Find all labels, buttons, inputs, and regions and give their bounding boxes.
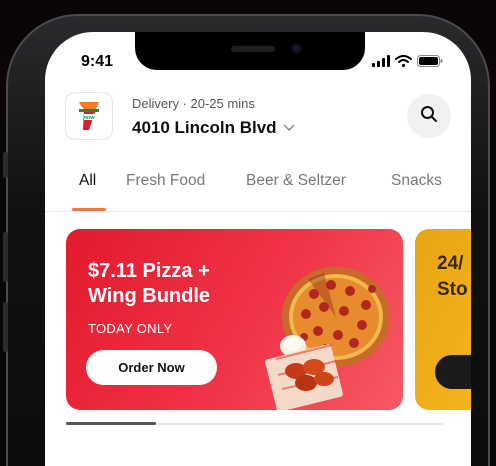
promo-card-pizza-wings[interactable]: $7.11 Pizza + Wing Bundle TODAY ONLY Ord… [66, 229, 403, 410]
tab-beer-seltzer[interactable]: Beer & Seltzer [246, 172, 346, 190]
store-header: now Delivery · 20-25 mins 4010 Lincoln B… [65, 92, 451, 144]
svg-text:now: now [84, 115, 96, 121]
search-button[interactable] [407, 94, 451, 138]
pizza-wings-image [265, 267, 390, 410]
tab-all[interactable]: All [79, 172, 96, 190]
volume-up-button [3, 232, 8, 282]
tab-fresh-food[interactable]: Fresh Food [126, 172, 205, 190]
volume-down-button [3, 302, 8, 352]
speaker-grille [231, 46, 275, 52]
status-time: 9:41 [81, 53, 114, 70]
address-selector[interactable]: 4010 Lincoln Blvd [132, 118, 295, 138]
store-logo[interactable]: now [65, 92, 113, 140]
seven-eleven-logo-icon: now [79, 102, 99, 130]
app-screen: 9:41 now Delivery · 20-25 mins 4010 Linc… [45, 32, 471, 466]
chevron-down-icon [283, 119, 295, 137]
battery-icon [417, 54, 443, 72]
promo2-button[interactable] [435, 355, 471, 389]
front-camera [291, 43, 302, 54]
signal-icon [372, 54, 390, 72]
wifi-icon [395, 54, 412, 72]
carousel-indicator [66, 422, 156, 425]
category-tabs: All Fresh Food Beer & Seltzer Snacks [45, 168, 471, 212]
delivery-info: Delivery · 20-25 mins [132, 96, 255, 111]
silent-switch [3, 152, 8, 178]
promo-title: $7.11 Pizza + Wing Bundle [88, 260, 211, 307]
promo-card-24-7-store[interactable]: 24/ Sto [415, 229, 471, 410]
status-icons [372, 54, 443, 72]
active-tab-indicator [72, 208, 106, 211]
address-text: 4010 Lincoln Blvd [132, 118, 277, 137]
tab-snacks[interactable]: Snacks [391, 172, 442, 190]
notch [135, 32, 365, 70]
search-icon [420, 105, 438, 128]
promo-subtitle: TODAY ONLY [88, 321, 173, 336]
order-now-button[interactable]: Order Now [86, 350, 217, 385]
promo2-title: 24/ Sto [437, 253, 468, 300]
